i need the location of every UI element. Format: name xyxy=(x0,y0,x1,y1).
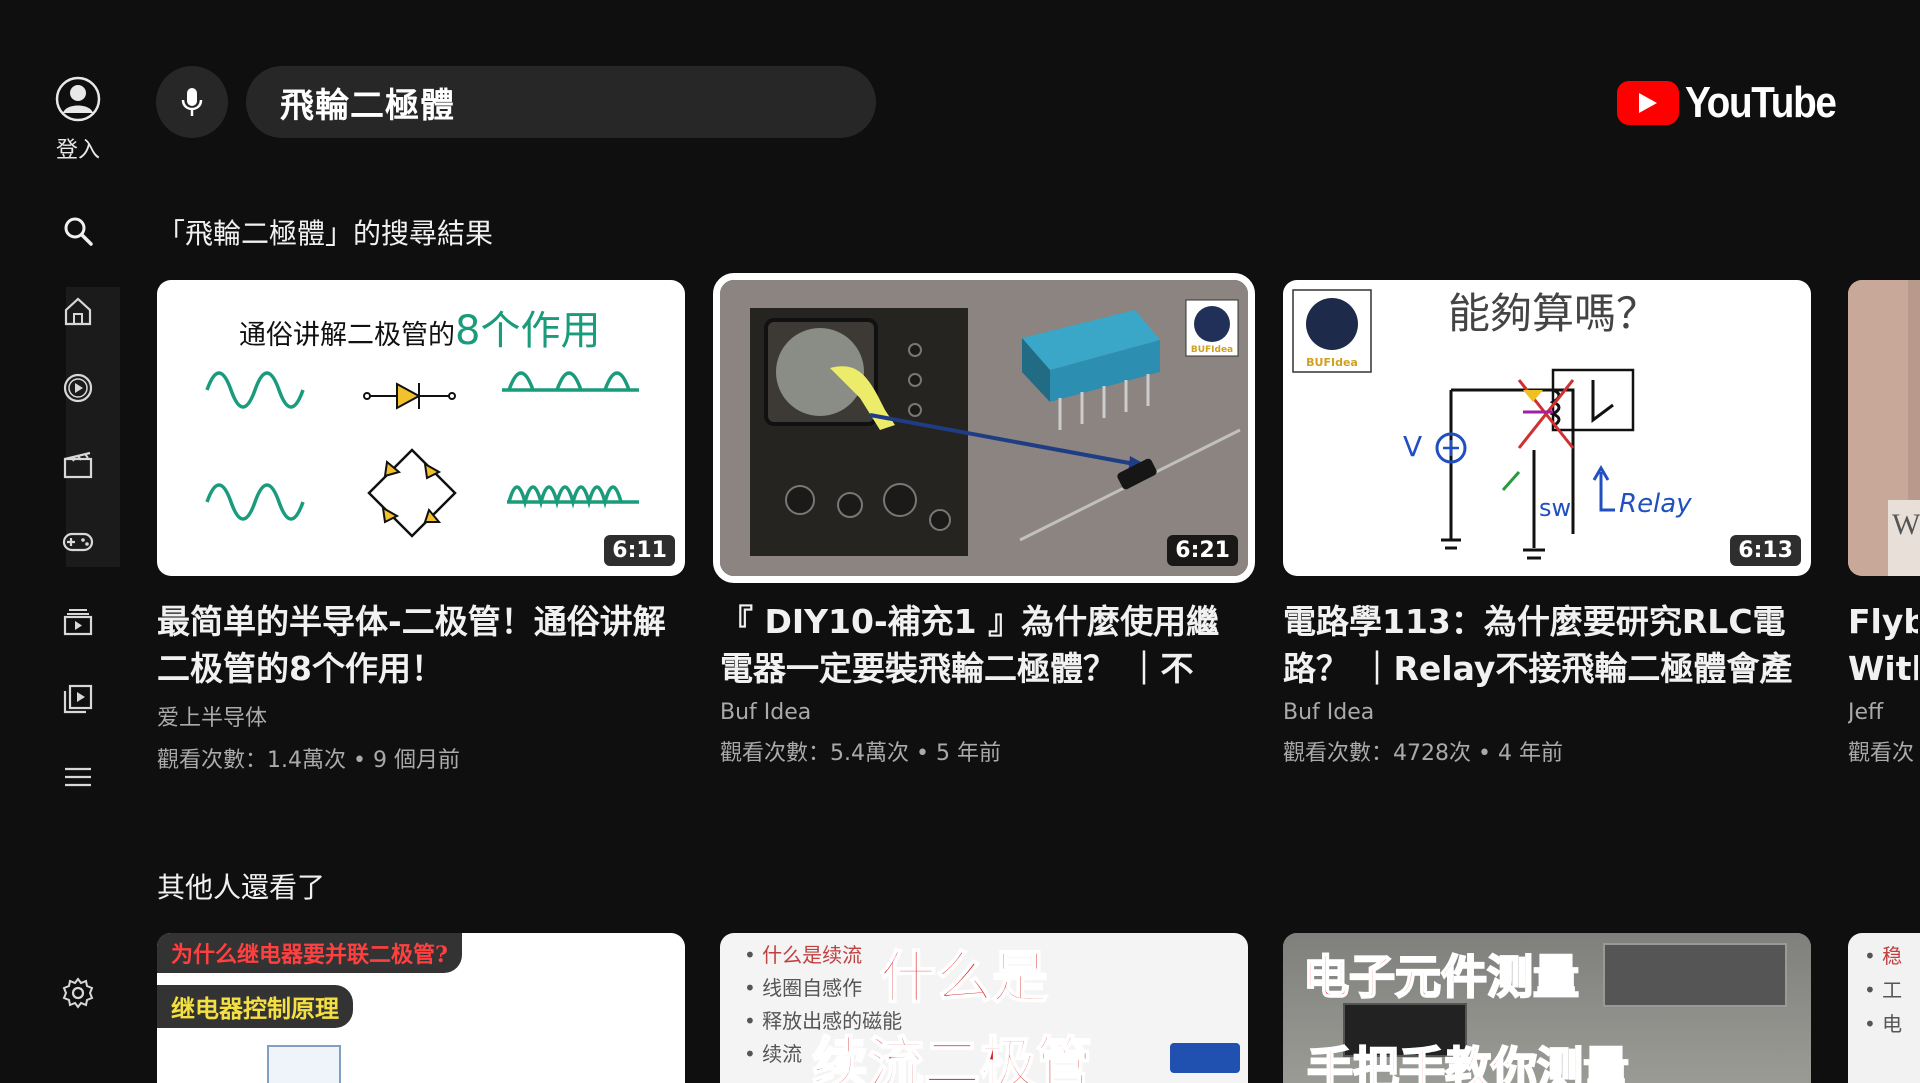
video-title: 電路學113：為什麼要研究RLC電路？ ｜Relay不接飛輪二極體會產 xyxy=(1283,602,1793,688)
video-thumbnail: BUFIdea 6:21 xyxy=(713,273,1255,583)
home-icon[interactable] xyxy=(57,290,99,332)
bullet-line: • 线圈自感作 xyxy=(744,976,863,1000)
related-video-card-partial[interactable]: • 稳 • 工 • 电 xyxy=(1848,933,1920,1083)
subscriptions-icon[interactable] xyxy=(57,367,99,409)
channel-name: 爱上半导体 xyxy=(157,706,268,731)
microphone-icon xyxy=(181,88,203,116)
video-title: 最简单的半导体-二极管！通俗讲解二极管的8个作用！ xyxy=(157,602,666,688)
related-video-card[interactable]: • 什么是续流 • 线圈自感作 • 释放出感的磁能 • 续流 什么是 续流二极管 xyxy=(720,933,1248,1083)
thumbnail-caption: 继电器控制原理 xyxy=(157,985,353,1028)
video-meta: 觀看次數：5.4萬次 • 5 年前 xyxy=(720,741,1001,766)
queue-icon[interactable] xyxy=(57,600,99,642)
video-thumbnail: 为什么继电器要并联二极管? 继电器控制原理 xyxy=(157,933,685,1083)
video-duration: 6:13 xyxy=(1730,535,1801,566)
video-card-focused[interactable]: BUFIdea 6:21 『 DIY10-補充1 』為什麼使用繼電器一定要裝飛輪… xyxy=(713,273,1255,767)
movies-icon[interactable] xyxy=(57,444,99,486)
channel-name: Jeff xyxy=(1848,700,1884,725)
thumbnail-big-text: 电子元件测量 xyxy=(1302,949,1580,1005)
video-meta: 觀看次 xyxy=(1848,741,1915,766)
sign-in-button[interactable]: 登入 xyxy=(50,76,106,164)
video-thumbnail: • 什么是续流 • 线圈自感作 • 释放出感的磁能 • 续流 什么是 续流二极管 xyxy=(720,933,1248,1083)
channel-name: Buf Idea xyxy=(720,700,812,725)
bullet-line: • 什么是续流 xyxy=(744,943,863,967)
video-duration: 6:21 xyxy=(1167,535,1238,566)
bullet-line: • 电 xyxy=(1864,1012,1903,1036)
channel-name: Buf Idea xyxy=(1283,700,1375,725)
thumbnail-glyph: W xyxy=(1892,508,1920,541)
video-thumbnail: 电子元件测量 手把手教你测量 xyxy=(1283,933,1811,1083)
menu-icon[interactable] xyxy=(57,756,99,798)
oscilloscope-relay-image: BUFIdea xyxy=(720,280,1248,576)
account-icon xyxy=(55,76,101,122)
video-title: 『 DIY10-補充1 』為什麼使用繼電器一定要裝飛輪二極體？ ｜不 xyxy=(720,602,1220,688)
switch-label: sw xyxy=(1539,494,1571,522)
video-thumbnail: BUFIdea 能夠算嗎？ V sw Relay 6:13 xyxy=(1283,280,1811,576)
results-heading: 「飛輪二極體」的搜尋結果 xyxy=(157,217,494,250)
youtube-wordmark: YouTube xyxy=(1685,78,1837,127)
bullet-line: • 工 xyxy=(1864,978,1903,1002)
relay-label: Relay xyxy=(1619,489,1692,519)
video-meta: 觀看次數：1.4萬次 • 9 個月前 xyxy=(157,748,460,773)
gaming-icon[interactable] xyxy=(57,521,99,563)
video-card[interactable]: BUFIdea 能夠算嗎？ V sw Relay 6:13 電路學113：為什麼… xyxy=(1283,280,1811,767)
thumbnail-headline: 能夠算嗎？ xyxy=(1448,289,1658,338)
search-input[interactable]: 飛輪二極體 xyxy=(246,66,876,138)
voice-search-button[interactable] xyxy=(156,66,228,138)
video-card-partial[interactable]: W Flyb With Jeff 觀看次 xyxy=(1848,280,1920,767)
video-meta: 觀看次數：4728次 • 4 年前 xyxy=(1283,741,1563,766)
related-heading: 其他人還看了 xyxy=(157,871,326,904)
search-icon[interactable] xyxy=(57,210,99,252)
video-thumbnail: W xyxy=(1848,280,1920,576)
youtube-logo: YouTube xyxy=(1617,78,1856,128)
video-duration: 6:11 xyxy=(604,535,675,566)
youtube-play-icon xyxy=(1617,81,1679,125)
diode-diagram xyxy=(205,371,639,538)
thumbnail-caption: 为什么继电器要并联二极管? xyxy=(157,933,462,973)
video-card[interactable]: 通俗讲解二极管的8个作用 6:11 最简单的半导体-二极管！通俗讲解二极管的8个 xyxy=(157,280,685,774)
bufidea-badge: BUFIdea xyxy=(1191,345,1233,355)
library-icon[interactable] xyxy=(57,678,99,720)
video-thumbnail: 通俗讲解二极管的8个作用 6:11 xyxy=(157,280,685,576)
bufidea-badge: BUFIdea xyxy=(1306,356,1358,369)
voltage-label: V xyxy=(1403,430,1422,463)
related-video-card[interactable]: 电子元件测量 手把手教你测量 xyxy=(1283,933,1811,1083)
video-thumbnail: • 稳 • 工 • 电 xyxy=(1848,933,1920,1083)
related-video-card[interactable]: 为什么继电器要并联二极管? 继电器控制原理 xyxy=(157,933,685,1083)
sign-in-label: 登入 xyxy=(55,138,100,163)
thumbnail-big-text: 什么是 xyxy=(879,944,1049,1012)
search-query: 飛輪二極體 xyxy=(280,85,455,126)
thumbnail-big-text: 续流二极管 xyxy=(811,1030,1093,1083)
settings-icon[interactable] xyxy=(57,972,99,1014)
rlc-circuit-drawing: BUFIdea 能夠算嗎？ V sw Relay xyxy=(1292,289,1692,560)
thumbnail-big-text: 手把手教你测量 xyxy=(1306,1041,1630,1083)
bullet-line: • 稳 xyxy=(1864,944,1903,968)
video-title: Flyb With xyxy=(1848,602,1918,688)
